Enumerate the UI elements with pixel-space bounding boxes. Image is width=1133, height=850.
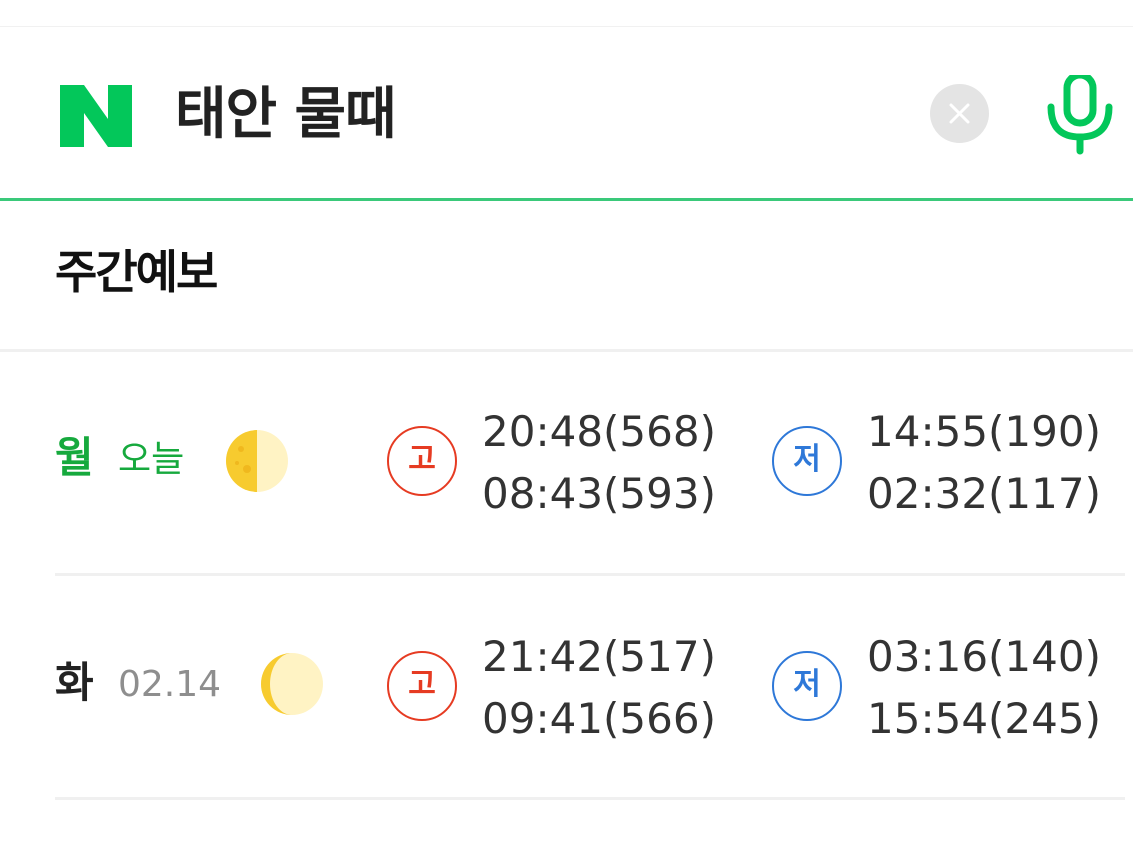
clear-search-button[interactable] [930, 84, 989, 143]
day-label: 월 [55, 433, 94, 482]
low-tide-time: 15:54(245) [867, 694, 1101, 743]
search-input[interactable]: 태안 물때 [175, 80, 397, 150]
low-tide-time: 14:55(190) [867, 407, 1101, 456]
today-label: 오늘 [118, 439, 185, 480]
low-tide-times: 03:16(140) 15:54(245) [867, 626, 1101, 750]
high-tide-time: 09:41(566) [482, 694, 716, 743]
high-tide-time: 21:42(517) [482, 632, 716, 681]
naver-logo-icon[interactable] [60, 85, 132, 147]
search-underline [0, 198, 1133, 201]
high-tide-time: 08:43(593) [482, 469, 716, 518]
close-icon [949, 103, 970, 124]
low-tide-times: 14:55(190) 02:32(117) [867, 401, 1101, 525]
microphone-icon[interactable] [1045, 75, 1115, 155]
low-tide-time: 02:32(117) [867, 469, 1101, 518]
half-moon-icon [226, 430, 288, 492]
row-divider [55, 573, 1125, 576]
section-title: 주간예보 [55, 245, 218, 299]
section-divider [0, 349, 1133, 352]
high-tide-time: 20:48(568) [482, 407, 716, 456]
low-tide-badge: 저 [772, 651, 842, 721]
forecast-row-tuesday: 화 02.14 고 21:42(517) 09:41(566) 저 03:16(… [0, 620, 1133, 770]
row-divider [55, 797, 1125, 800]
high-tide-times: 20:48(568) 08:43(593) [482, 401, 716, 525]
date-label: 02.14 [118, 664, 222, 705]
low-tide-badge: 저 [772, 426, 842, 496]
high-tide-badge: 고 [387, 651, 457, 721]
low-tide-time: 03:16(140) [867, 632, 1101, 681]
crescent-moon-icon [261, 653, 323, 715]
high-tide-times: 21:42(517) 09:41(566) [482, 626, 716, 750]
day-label: 화 [55, 658, 94, 707]
high-tide-badge: 고 [387, 426, 457, 496]
forecast-row-monday: 월 오늘 고 20:48(568) 08:43(593) 저 14:55(190… [0, 395, 1133, 545]
